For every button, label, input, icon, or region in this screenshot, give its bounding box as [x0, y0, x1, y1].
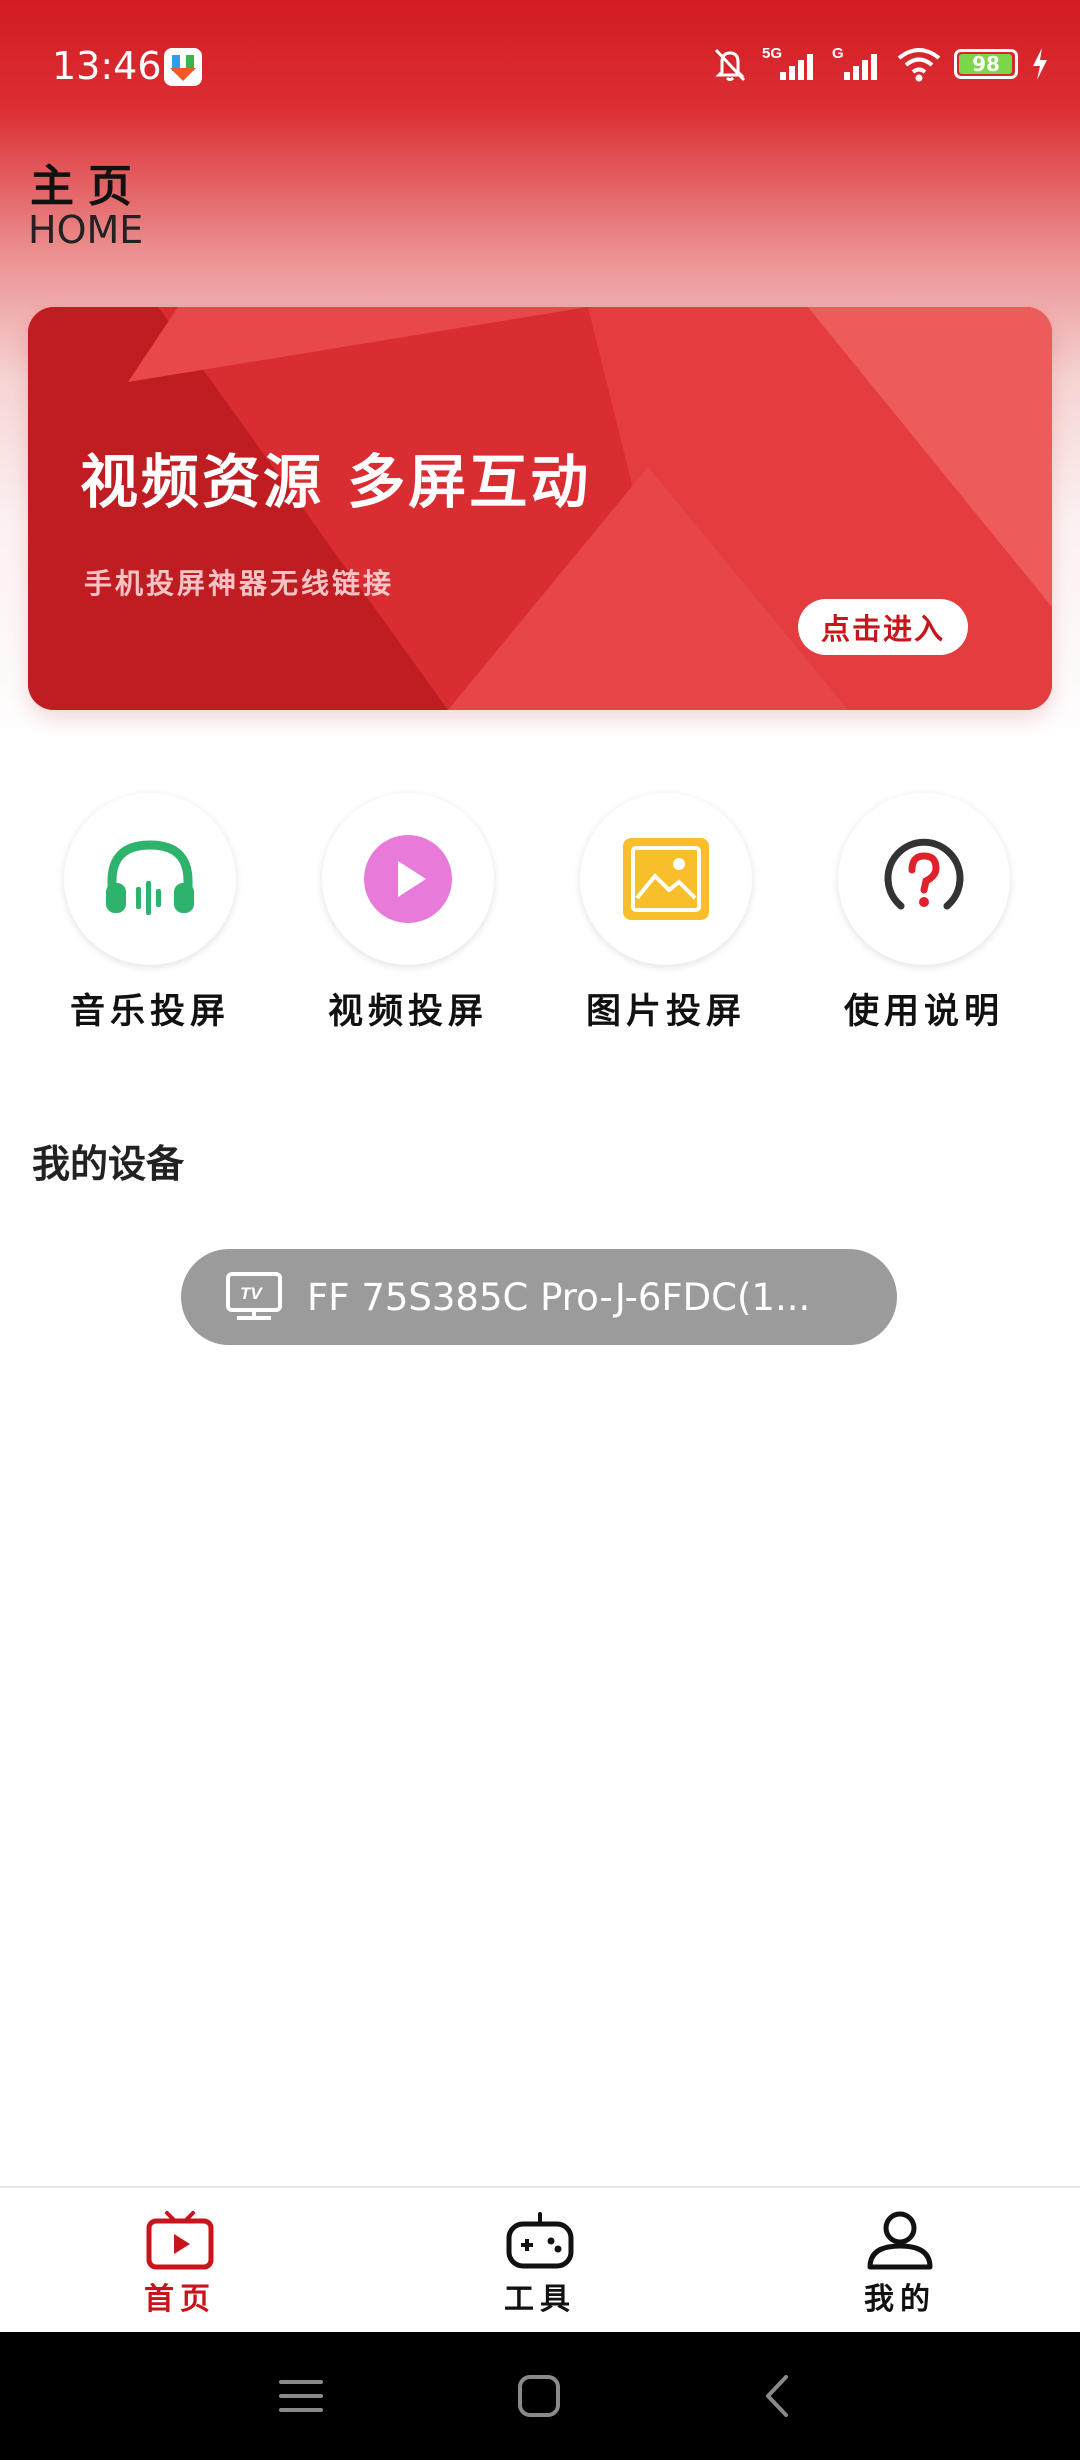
tv-home-icon: [146, 2211, 214, 2270]
svg-text:5G: 5G: [762, 45, 782, 62]
quick-action-video[interactable]: 视频投屏: [308, 793, 508, 1034]
play-icon: [364, 835, 452, 923]
quick-action-circle[interactable]: [838, 793, 1010, 965]
status-time: 13:46: [52, 44, 162, 88]
back-icon[interactable]: [762, 2374, 792, 2418]
signal-5g-icon: 5G: [762, 45, 813, 80]
app-download-icon: [164, 48, 202, 86]
quick-action-circle[interactable]: [322, 793, 494, 965]
home-square-icon[interactable]: [517, 2374, 561, 2418]
image-icon: [623, 838, 709, 920]
nav-label: 工具: [504, 2282, 576, 2317]
nav-tools[interactable]: 工具: [460, 2210, 620, 2318]
nav-profile[interactable]: 我的: [820, 2210, 980, 2318]
quick-action-music[interactable]: 音乐投屏: [50, 793, 250, 1034]
headphones-icon: [106, 840, 194, 915]
device-chip[interactable]: TV FF 75S385C Pro-J-6FDC(1...: [181, 1249, 897, 1345]
gamepad-icon: [506, 2212, 574, 2269]
quick-action-image[interactable]: 图片投屏: [566, 793, 766, 1034]
menu-icon[interactable]: [279, 2376, 323, 2416]
device-name: FF 75S385C Pro-J-6FDC(1...: [307, 1275, 811, 1319]
nav-label: 我的: [864, 2282, 936, 2317]
banner-subtitle: 手机投屏神器无线链接: [84, 567, 395, 600]
signal-g-icon: G: [832, 45, 877, 80]
system-navigation-bar: [0, 2332, 1080, 2460]
user-icon: [867, 2211, 933, 2270]
quick-action-circle[interactable]: [580, 793, 752, 965]
wifi-icon: [897, 48, 941, 82]
quick-action-label: 视频投屏: [327, 992, 488, 1032]
bell-off-icon: [714, 48, 746, 82]
nav-home[interactable]: 首页: [100, 2210, 260, 2318]
battery-level: 98: [972, 52, 1000, 76]
status-icons: 5G G 98: [710, 44, 1050, 84]
promo-banner[interactable]: 视频资源 多屏互动 手机投屏神器无线链接 点击进入: [28, 307, 1052, 710]
quick-action-circle[interactable]: [64, 793, 236, 965]
quick-action-label: 图片投屏: [585, 992, 746, 1032]
devices-section-title: 我的设备: [32, 1142, 185, 1186]
bottom-navigation: 首页 工具 我的: [0, 2186, 1080, 2334]
quick-action-label: 音乐投屏: [69, 992, 230, 1032]
tv-icon: TV: [226, 1272, 282, 1320]
nav-label: 首页: [144, 2282, 216, 2317]
svg-text:G: G: [832, 45, 844, 62]
quick-action-help[interactable]: 使用说明: [824, 793, 1024, 1034]
battery-icon: 98: [954, 49, 1018, 79]
banner-title: 视频资源 多屏互动: [80, 448, 592, 516]
svg-text:TV: TV: [240, 1284, 263, 1303]
enter-button[interactable]: 点击进入: [798, 599, 968, 655]
page-subtitle: HOME: [28, 208, 144, 252]
charging-icon: [1033, 48, 1047, 80]
page-title: 主页: [30, 161, 146, 212]
help-icon: [884, 838, 964, 910]
quick-action-label: 使用说明: [843, 992, 1004, 1032]
